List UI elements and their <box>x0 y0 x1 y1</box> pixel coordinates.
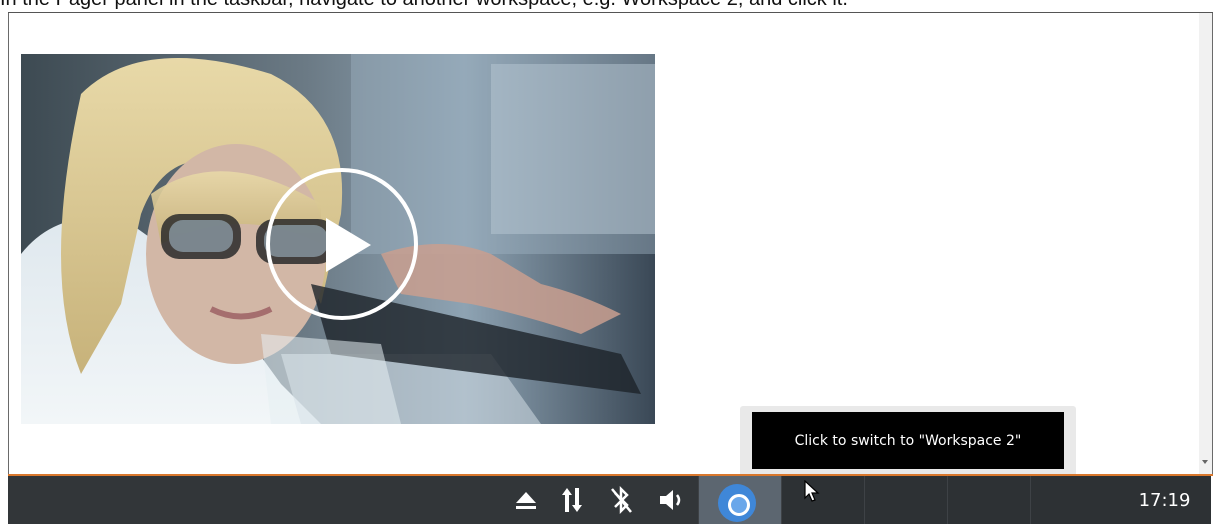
pager-workspace-4[interactable] <box>947 476 1030 524</box>
volume-icon[interactable] <box>656 476 688 524</box>
scroll-down-arrow-icon[interactable] <box>1202 460 1208 464</box>
pager-workspace-2[interactable] <box>781 476 864 524</box>
chromium-icon-inner <box>728 494 750 516</box>
eject-icon[interactable] <box>512 476 540 524</box>
play-icon[interactable] <box>326 218 371 272</box>
bluetooth-disabled-icon[interactable] <box>606 476 636 524</box>
pager-workspace-5[interactable] <box>1030 476 1118 524</box>
instruction-text: In the Pager panel in the taskbar, navig… <box>0 0 1219 11</box>
network-transfer-icon[interactable] <box>558 476 586 524</box>
vertical-scrollbar[interactable] <box>1199 13 1212 475</box>
pager-workspace-3[interactable] <box>864 476 947 524</box>
mouse-cursor-icon <box>804 479 820 508</box>
clock[interactable]: 17:19 <box>1118 476 1211 524</box>
workspace-tooltip: Click to switch to "Workspace 2" <box>752 412 1064 469</box>
